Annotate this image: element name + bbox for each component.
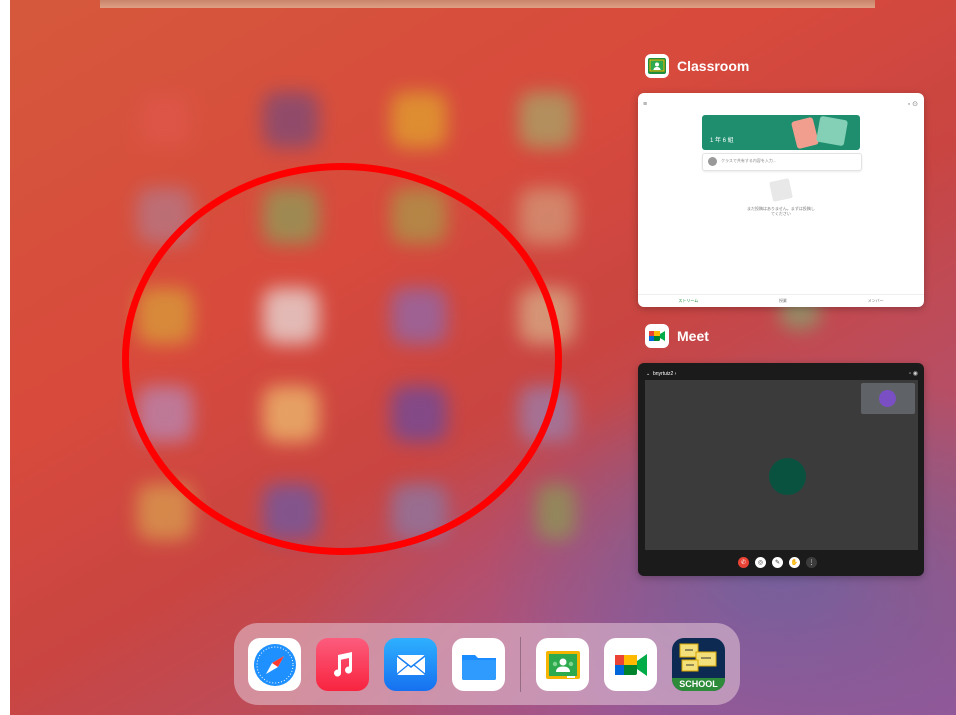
classroom-app-card[interactable]: ≡ ▫ ⊙ 1 年 6 組 クラスで共有する内容を入力... まだ投稿はありませ… — [638, 93, 924, 307]
meet-camera-icon — [645, 324, 669, 348]
classroom-label: Classroom — [677, 58, 750, 74]
settings-icon: ▫ ⊙ — [907, 101, 918, 108]
banner-illustration — [815, 115, 849, 147]
class-name: 1 年 6 組 — [710, 138, 734, 144]
class-banner: 1 年 6 組 — [702, 115, 860, 150]
classroom-icon — [545, 650, 580, 679]
raise-hand-icon: ✋ — [789, 557, 800, 568]
post-placeholder: クラスで共有する内容を入力... — [721, 158, 777, 163]
meet-app-card[interactable]: ⌄ bnyrtuiz2 › ▫ ◉ ✆ ◎ ✎ ✋ ⋮ — [638, 363, 924, 576]
nav-stream: ストリーム — [678, 298, 699, 303]
meeting-code: ⌄ bnyrtuiz2 › — [646, 371, 677, 377]
envelope-icon — [396, 654, 425, 675]
meet-label: Meet — [677, 328, 709, 344]
self-avatar — [879, 390, 896, 407]
classroom-icon — [645, 54, 669, 78]
dock: SCHOOL — [234, 623, 740, 705]
participant-avatar — [769, 458, 806, 495]
dock-app-mail[interactable] — [384, 638, 437, 691]
more-options-icon: ⋮ — [806, 557, 817, 568]
dock-app-classroom[interactable] — [536, 638, 589, 691]
dock-app-school[interactable]: SCHOOL — [672, 638, 725, 691]
dock-app-meet[interactable] — [604, 638, 657, 691]
red-annotation-circle — [122, 163, 562, 555]
post-box: クラスで共有する内容を入力... — [702, 153, 862, 171]
banner-illustration — [790, 116, 820, 150]
music-note-icon — [333, 651, 352, 677]
bottom-nav: ストリーム 授業 メンバー — [638, 294, 924, 307]
nav-classwork: 授業 — [778, 298, 787, 303]
meet-card-header: Meet — [645, 324, 709, 348]
nav-people: メンバー — [867, 298, 884, 303]
school-badge: SCHOOL — [672, 678, 725, 691]
avatar — [708, 157, 717, 166]
self-view-tile — [861, 383, 915, 414]
end-call-icon: ✆ — [738, 557, 749, 568]
empty-stream-text: まだ投稿はありません。まずは投稿してください — [747, 206, 815, 216]
menu-icon: ≡ — [643, 101, 648, 108]
dock-divider — [520, 637, 521, 692]
classroom-card-header: Classroom — [645, 54, 749, 78]
dock-app-music[interactable] — [316, 638, 369, 691]
dock-app-files[interactable] — [452, 638, 505, 691]
folder-icon — [461, 654, 496, 680]
camera-switch-icon: ▫ ◉ — [908, 371, 918, 377]
meet-camera-icon — [614, 653, 647, 676]
ipad-app-switcher: Classroom ≡ ▫ ⊙ 1 年 6 組 クラスで共有する内容を入力...… — [0, 0, 956, 715]
call-controls: ✆ ◎ ✎ ✋ ⋮ — [738, 557, 817, 568]
camera-off-icon: ◎ — [755, 557, 766, 568]
screen-edge — [0, 0, 10, 715]
dock-app-safari[interactable] — [248, 638, 301, 691]
empty-stream-illustration — [769, 178, 793, 202]
mic-off-icon: ✎ — [772, 557, 783, 568]
compass-icon — [253, 643, 296, 686]
